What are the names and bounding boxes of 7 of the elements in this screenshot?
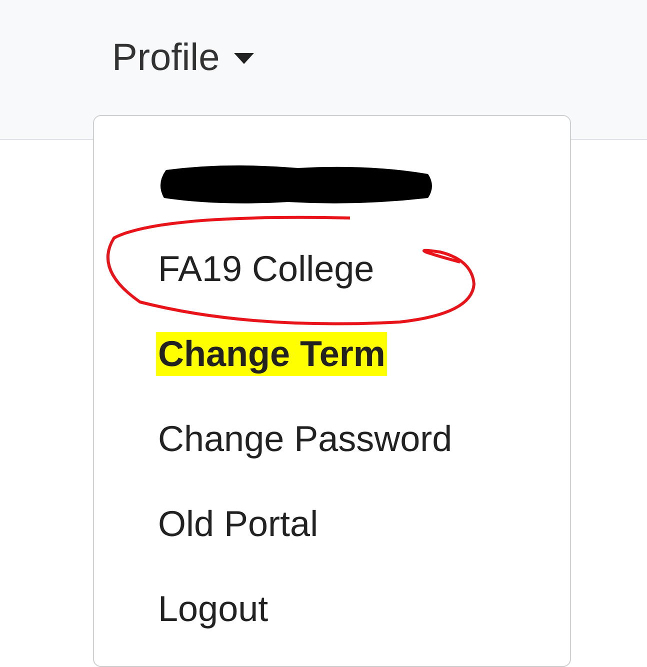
menu-item[interactable]: Old Portal: [158, 502, 318, 546]
menu-item[interactable]: FA19 College: [158, 246, 374, 290]
menu-item[interactable]: Change Term: [156, 332, 388, 376]
profile-menu-toggle[interactable]: Profile: [112, 32, 254, 84]
menu-item[interactable]: Logout: [158, 586, 268, 630]
caret-icon: [234, 52, 254, 64]
menu-item[interactable]: Change Password: [158, 416, 452, 460]
